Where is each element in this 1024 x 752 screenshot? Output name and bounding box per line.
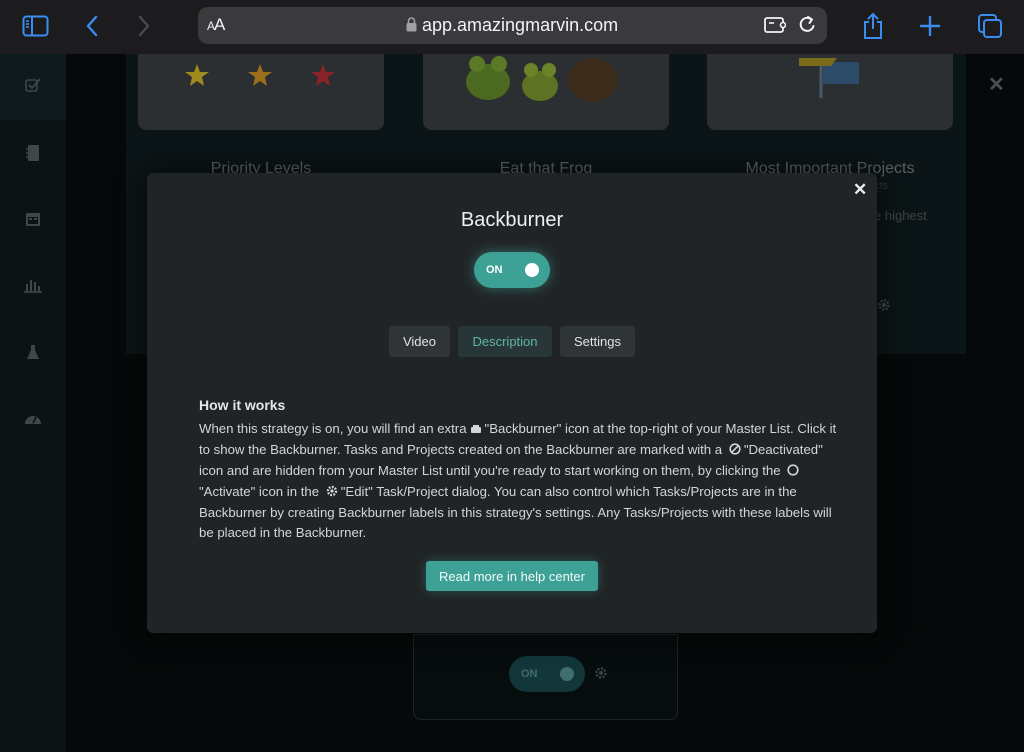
close-icon[interactable]: ✕ xyxy=(988,72,1005,97)
browser-toolbar: AA app.amazingmarvin.com xyxy=(0,0,1024,54)
description-heading: How it works xyxy=(199,397,286,413)
sidebar xyxy=(0,54,66,752)
bar-chart-icon[interactable] xyxy=(23,275,43,295)
flask-icon[interactable] xyxy=(23,342,43,362)
notebook-icon[interactable] xyxy=(23,143,43,163)
description-content: How it works When this strategy is on, y… xyxy=(199,397,839,543)
tab-video[interactable]: Video xyxy=(389,326,450,357)
tabs-overview-icon[interactable] xyxy=(976,10,1004,42)
description-text: When this strategy is on, you will find … xyxy=(199,419,839,543)
reload-icon[interactable] xyxy=(798,15,817,40)
toggle-knob xyxy=(525,263,539,277)
activate-icon xyxy=(787,462,799,482)
backburner-icon xyxy=(470,420,482,440)
modal-title: Backburner xyxy=(460,209,564,231)
edit-gear-icon xyxy=(326,483,338,503)
sidebar-toggle-icon[interactable] xyxy=(20,10,50,42)
share-icon[interactable] xyxy=(861,10,885,42)
flag-icon xyxy=(799,58,859,98)
strategy-card-projects[interactable] xyxy=(707,54,953,130)
strategy-card-frog[interactable] xyxy=(423,54,669,130)
new-tab-icon[interactable] xyxy=(918,10,942,42)
extension-icon[interactable] xyxy=(764,16,787,39)
bg-toggle-knob xyxy=(560,667,574,681)
desc-part: When this strategy is on, you will find … xyxy=(199,421,467,436)
tab-description[interactable]: Description xyxy=(458,326,552,357)
back-icon[interactable] xyxy=(82,10,102,42)
url-text: app.amazingmarvin.com xyxy=(422,15,619,35)
bg-partial-text: e highest xyxy=(874,208,927,223)
help-center-button[interactable]: Read more in help center xyxy=(426,561,598,591)
bg-gear-icon[interactable] xyxy=(877,298,891,315)
lock-icon xyxy=(406,17,417,37)
strategy-toggle[interactable]: ON xyxy=(474,252,550,288)
tab-settings[interactable]: Settings xyxy=(560,326,635,357)
gear-icon[interactable] xyxy=(594,666,608,685)
checkbox-icon[interactable] xyxy=(23,75,43,95)
bg-strategy-card: ON xyxy=(413,634,678,720)
bg-toggle-label: ON xyxy=(521,668,538,680)
calendar-icon[interactable] xyxy=(23,209,43,229)
stars-icon xyxy=(185,64,335,86)
strategy-card-priority[interactable] xyxy=(138,54,384,130)
desc-part: "Activate" icon in the xyxy=(199,484,320,499)
frogs-icon xyxy=(466,56,618,102)
forward-icon[interactable] xyxy=(134,10,154,42)
reader-options-button[interactable]: AA xyxy=(207,15,225,35)
address-bar[interactable]: AA app.amazingmarvin.com xyxy=(198,7,827,44)
dashboard-icon[interactable] xyxy=(23,408,43,428)
strategy-modal: ✕ Backburner ON Video Description Settin… xyxy=(147,173,877,633)
modal-close-icon[interactable]: ✕ xyxy=(853,180,867,200)
toggle-label: ON xyxy=(486,264,503,276)
bg-toggle[interactable]: ON xyxy=(509,656,585,692)
deactivated-icon xyxy=(729,441,741,461)
